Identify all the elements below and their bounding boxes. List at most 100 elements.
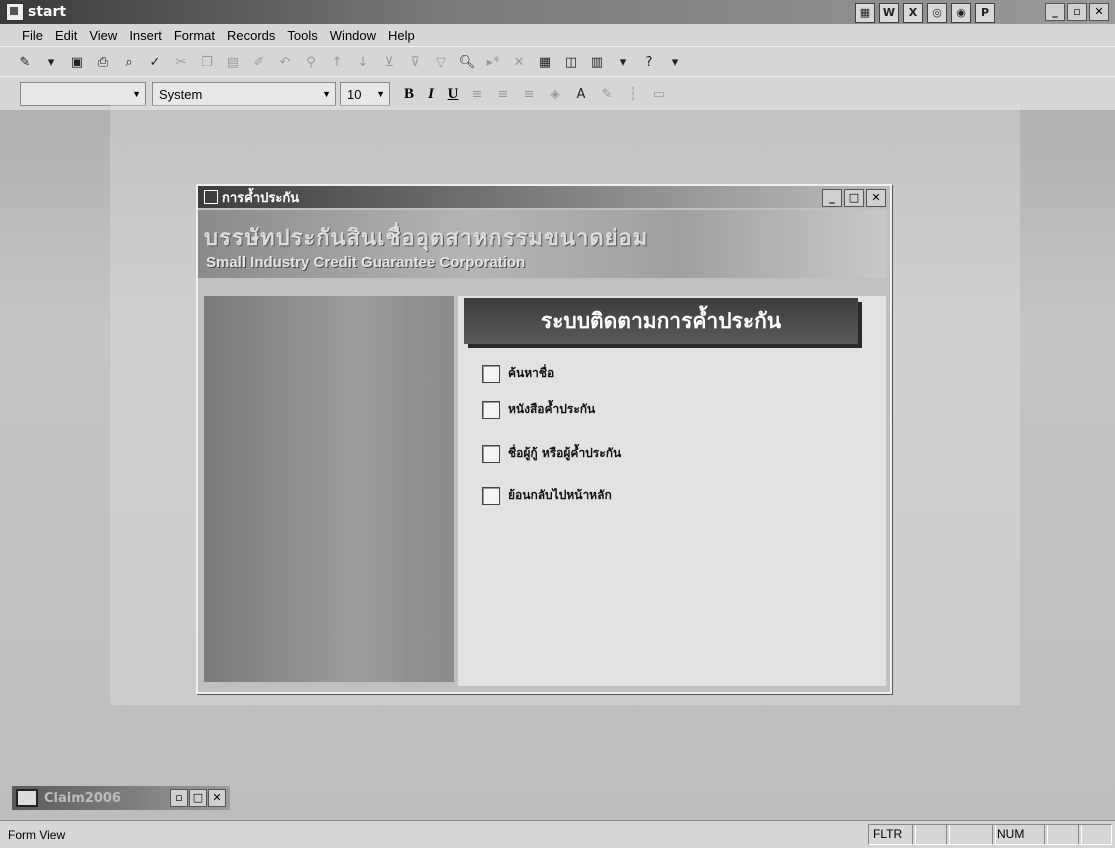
font-name-select[interactable]: System ▼ xyxy=(152,82,336,106)
bold-button[interactable]: B xyxy=(398,86,420,103)
underline-button[interactable]: U xyxy=(442,86,464,103)
close-button[interactable]: ✕ xyxy=(1089,3,1109,21)
status-extra xyxy=(1078,824,1112,845)
fill-color-icon[interactable]: ◈ xyxy=(544,83,566,105)
option-label: ชื่อผู้กู้ หรือผู้ค้ำประกัน xyxy=(508,446,622,460)
minimized-database-window[interactable]: Claim2006 ▫ □ ✕ xyxy=(12,786,230,810)
dropdown-arrow-icon[interactable]: ▾ xyxy=(40,51,62,73)
help-dropdown-icon[interactable]: ▾ xyxy=(664,51,686,73)
print-preview-icon[interactable]: ⌕ xyxy=(118,51,140,73)
paste-icon[interactable]: ▤ xyxy=(222,51,244,73)
object-select[interactable]: ▼ xyxy=(20,82,146,106)
outlook-icon[interactable]: ◎ xyxy=(927,3,947,23)
copy-icon[interactable]: ❐ xyxy=(196,51,218,73)
undo-icon[interactable]: ↶ xyxy=(274,51,296,73)
menu-file[interactable]: File xyxy=(0,28,49,43)
option-back-to-main[interactable]: ย้อนกลับไปหน้าหลัก xyxy=(482,486,612,505)
cut-icon[interactable]: ✂ xyxy=(170,51,192,73)
option-borrower-guarantor[interactable]: ชื่อผู้กู้ หรือผู้ค้ำประกัน xyxy=(482,444,621,463)
form-minimize-button[interactable]: _ xyxy=(822,189,842,207)
properties-icon[interactable]: ▦ xyxy=(534,51,556,73)
status-bar: Form View FLTR NUM xyxy=(0,820,1115,848)
system-header-text: ระบบติดตามการค้ำประกัน xyxy=(540,308,782,333)
taskbar-shortcuts: ▦ W X ◎ ◉ P xyxy=(855,3,995,23)
special-effect-icon[interactable]: ▭ xyxy=(648,83,670,105)
italic-button[interactable]: I xyxy=(420,86,442,103)
form-window[interactable]: การค้ำประกัน _ □ ✕ บรรษัทประกันสินเชื่ออ… xyxy=(196,184,892,694)
sort-descending-icon[interactable]: ↓ xyxy=(352,51,374,73)
form-maximize-button[interactable]: □ xyxy=(844,189,864,207)
form-close-button[interactable]: ✕ xyxy=(866,189,886,207)
system-header: ระบบติดตามการค้ำประกัน xyxy=(464,298,858,344)
powerpoint-icon[interactable]: P xyxy=(975,3,995,23)
excel-icon[interactable]: X xyxy=(903,3,923,23)
maximize-button[interactable]: □ xyxy=(189,789,207,807)
access-app-icon[interactable] xyxy=(6,3,24,21)
menu-view[interactable]: View xyxy=(83,28,123,43)
format-painter-icon[interactable]: ✐ xyxy=(248,51,270,73)
option-button[interactable] xyxy=(482,486,500,505)
new-object-dropdown-icon[interactable]: ▾ xyxy=(612,51,634,73)
grid-icon[interactable]: ▦ xyxy=(855,3,875,23)
find-icon[interactable]: 🔍︎ xyxy=(456,51,478,73)
option-button[interactable] xyxy=(482,444,500,463)
align-center-icon[interactable]: ≡ xyxy=(492,83,514,105)
option-search-name[interactable]: ค้นหาชื่อ xyxy=(482,364,554,383)
menu-tools[interactable]: Tools xyxy=(281,28,323,43)
banner-english-name: Small Industry Credit Guarantee Corporat… xyxy=(206,254,526,271)
sort-ascending-icon[interactable]: ↑ xyxy=(326,51,348,73)
menu-help[interactable]: Help xyxy=(382,28,421,43)
restore-button[interactable]: ▫ xyxy=(1067,3,1087,21)
save-icon[interactable]: ▣ xyxy=(66,51,88,73)
new-object-icon[interactable]: ▥ xyxy=(586,51,608,73)
print-icon[interactable]: ⎙ xyxy=(92,51,114,73)
menu-insert[interactable]: Insert xyxy=(123,28,168,43)
line-color-icon[interactable]: ✎ xyxy=(596,83,618,105)
status-mode: Form View xyxy=(8,828,66,842)
form-title: การค้ำประกัน xyxy=(222,190,300,206)
status-filter: FLTR xyxy=(868,824,916,845)
delete-record-icon[interactable]: ✕ xyxy=(508,51,530,73)
align-left-icon[interactable]: ≡ xyxy=(466,83,488,105)
spelling-icon[interactable]: ✓ xyxy=(144,51,166,73)
form-window-controls: _ □ ✕ xyxy=(822,189,886,207)
filter-by-selection-icon[interactable]: ⊻ xyxy=(378,51,400,73)
menu-format[interactable]: Format xyxy=(168,28,221,43)
close-button[interactable]: ✕ xyxy=(208,789,226,807)
filter-by-form-icon[interactable]: ⊽ xyxy=(404,51,426,73)
align-right-icon[interactable]: ≡ xyxy=(518,83,540,105)
apply-filter-icon[interactable]: ▽ xyxy=(430,51,452,73)
font-size-select[interactable]: 10 ▼ xyxy=(340,82,390,106)
option-button[interactable] xyxy=(482,364,500,383)
menu-window[interactable]: Window xyxy=(324,28,382,43)
app-title-bar: start ▦ W X ◎ ◉ P _ ▫ ✕ xyxy=(0,0,1115,24)
corporate-banner: บรรษัทประกันสินเชื่ออุตสาหกรรมขนาดย่อม S… xyxy=(198,210,886,278)
database-window-icon[interactable]: ◫ xyxy=(560,51,582,73)
restore-button[interactable]: ▫ xyxy=(170,789,188,807)
minimize-button[interactable]: _ xyxy=(1045,3,1065,21)
option-button[interactable] xyxy=(482,400,500,419)
banner-thai-name: บรรษัทประกันสินเชื่ออุตสาหกรรมขนาดย่อม xyxy=(204,226,649,251)
status-num: NUM xyxy=(992,824,1048,845)
menu-edit[interactable]: Edit xyxy=(49,28,83,43)
menu-bar: File Edit View Insert Format Records Too… xyxy=(0,24,1115,46)
font-name-value: System xyxy=(159,86,203,102)
status-scrl xyxy=(1044,824,1082,845)
browser-icon[interactable]: ◉ xyxy=(951,3,971,23)
chevron-down-icon: ▼ xyxy=(322,89,331,99)
option-guarantee-letter[interactable]: หนังสือค้ำประกัน xyxy=(482,400,595,419)
menu-records[interactable]: Records xyxy=(221,28,281,43)
minimized-window-title: Claim2006 xyxy=(44,790,121,806)
form-icon xyxy=(204,190,218,204)
design-view-icon[interactable]: ✎ xyxy=(14,51,36,73)
new-record-icon[interactable]: ▸* xyxy=(482,51,504,73)
word-icon[interactable]: W xyxy=(879,3,899,23)
font-color-icon[interactable]: A xyxy=(570,83,592,105)
insert-hyperlink-icon[interactable]: ⚲ xyxy=(300,51,322,73)
app-title: start xyxy=(28,4,67,20)
form-title-bar[interactable]: การค้ำประกัน xyxy=(198,186,890,208)
window-controls: _ ▫ ✕ xyxy=(1045,3,1109,21)
font-size-value: 10 xyxy=(347,86,362,102)
line-width-icon[interactable]: ┆ xyxy=(622,83,644,105)
help-icon[interactable]: ? xyxy=(638,51,660,73)
